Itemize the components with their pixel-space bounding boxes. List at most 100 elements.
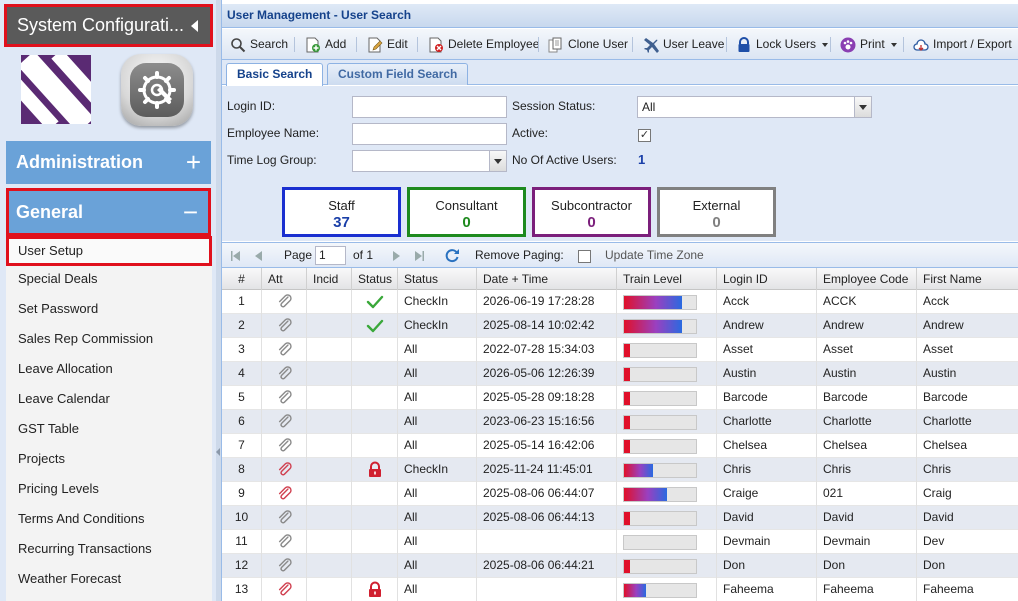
settings-gear-icon[interactable]: [121, 54, 193, 126]
column-header[interactable]: Status: [398, 268, 477, 290]
table-row[interactable]: 9 All 2025-08-06 06:44:07 Craige 021 Craig: [222, 482, 1018, 506]
menu-item-pricing-levels[interactable]: Pricing Levels: [6, 474, 212, 504]
employee-name-input[interactable]: [352, 123, 507, 145]
add-button[interactable]: Add: [305, 29, 346, 59]
table-row[interactable]: 11 All Devmain Devmain Dev: [222, 530, 1018, 554]
attachment-clip-icon[interactable]: [277, 438, 293, 454]
menu-item-sales-rep-commission[interactable]: Sales Rep Commission: [6, 324, 212, 354]
column-header[interactable]: #: [222, 268, 262, 290]
expand-plus-icon[interactable]: +: [186, 141, 201, 184]
collapse-minus-icon[interactable]: −: [183, 191, 198, 233]
attachment-clip-icon[interactable]: [277, 486, 293, 502]
category-external-button[interactable]: External 0: [657, 187, 776, 237]
attachment-clip-icon[interactable]: [277, 462, 293, 478]
update-time-zone-button[interactable]: Update Time Zone: [605, 243, 704, 268]
splitter-arrow-icon[interactable]: [216, 448, 220, 456]
checkmark-icon: [366, 295, 384, 309]
category-consultant-button[interactable]: Consultant 0: [407, 187, 526, 237]
table-row[interactable]: 13 All Faheema Faheema Faheema: [222, 578, 1018, 601]
menu-item-set-password[interactable]: Set Password: [6, 294, 212, 324]
lock-users-button[interactable]: Lock Users: [736, 29, 829, 59]
administration-panel-header[interactable]: Administration +: [6, 141, 211, 184]
menu-item-special-deals[interactable]: Special Deals: [6, 264, 212, 294]
table-row[interactable]: 4 All 2026-05-06 12:26:39 Austin Austin Austi…: [222, 362, 1018, 386]
attachment-clip-icon[interactable]: [277, 582, 293, 598]
table-row[interactable]: 7 All 2025-05-14 16:42:06 Chelsea Chelsea Che…: [222, 434, 1018, 458]
first-name-cell: Austin: [917, 362, 1018, 386]
print-button[interactable]: Print: [840, 29, 897, 59]
table-row[interactable]: 6 All 2023-06-23 15:16:56 Charlotte Charlott…: [222, 410, 1018, 434]
column-header[interactable]: Att: [262, 268, 307, 290]
menu-item-gst-table[interactable]: GST Table: [6, 414, 212, 444]
chevron-down-icon[interactable]: [890, 42, 897, 47]
menu-item-terms-and-conditions[interactable]: Terms And Conditions: [6, 504, 212, 534]
attachment-clip-icon[interactable]: [277, 414, 293, 430]
general-panel-header[interactable]: General −: [6, 188, 211, 236]
attachment-clip-icon[interactable]: [277, 390, 293, 406]
menu-item-projects[interactable]: Projects: [6, 444, 212, 474]
category-staff-button[interactable]: Staff 37: [282, 187, 401, 237]
remove-paging-label: Remove Paging:: [475, 248, 564, 262]
column-header[interactable]: Login ID: [717, 268, 817, 290]
menu-item-leave-calendar[interactable]: Leave Calendar: [6, 384, 212, 414]
attachment-clip-icon[interactable]: [277, 534, 293, 550]
tab-custom-field-search[interactable]: Custom Field Search: [327, 63, 469, 85]
last-page-icon[interactable]: [415, 251, 424, 261]
status-cell: All: [398, 578, 477, 601]
import-export-button[interactable]: Import / Export: [913, 29, 1018, 59]
first-page-icon[interactable]: [231, 251, 240, 261]
collapse-arrow-icon[interactable]: [191, 20, 198, 32]
attachment-clip-icon[interactable]: [277, 318, 293, 334]
next-page-icon[interactable]: [392, 251, 401, 261]
column-header[interactable]: Employee Code: [817, 268, 917, 290]
menu-item-weather-forecast[interactable]: Weather Forecast: [6, 564, 212, 594]
chevron-down-icon[interactable]: [854, 97, 871, 117]
login-id-input[interactable]: [352, 96, 507, 118]
delete-employee-button[interactable]: Delete Employee: [428, 29, 539, 59]
edit-document-icon: [368, 37, 383, 53]
menu-item-recurring-transactions[interactable]: Recurring Transactions: [6, 534, 212, 564]
search-button[interactable]: Search: [230, 29, 288, 59]
edit-button[interactable]: Edit: [367, 29, 408, 59]
refresh-icon[interactable]: [444, 247, 460, 263]
column-header[interactable]: First Name: [917, 268, 1018, 290]
attachment-clip-icon[interactable]: [277, 342, 293, 358]
page-number-input[interactable]: 1: [315, 246, 346, 265]
attachment-clip-icon[interactable]: [277, 294, 293, 310]
clone-user-button[interactable]: Clone User: [548, 29, 628, 59]
login-id-cell: Andrew: [717, 314, 817, 338]
menu-item-leave-allocation[interactable]: Leave Allocation: [6, 354, 212, 384]
table-row[interactable]: 1 CheckIn 2026-06-19 17:28:28 Acck ACCK Acck: [222, 290, 1018, 314]
column-header[interactable]: Status: [352, 268, 398, 290]
active-checkbox[interactable]: ✓: [638, 129, 651, 142]
table-row[interactable]: 8 CheckIn 2025-11-24 11:45:01 Chris Chris Chr…: [222, 458, 1018, 482]
user-leave-button[interactable]: User Leave: [643, 29, 724, 59]
users-grid: # Att Incid Status Status Date + Time Train Le…: [222, 268, 1018, 601]
previous-page-icon[interactable]: [254, 251, 263, 261]
add-document-icon: [306, 37, 320, 53]
menu-item-user-setup[interactable]: User Setup: [6, 236, 212, 266]
table-row[interactable]: 3 All 2022-07-28 15:34:03 Asset Asset Asset: [222, 338, 1018, 362]
attachment-clip-icon[interactable]: [277, 558, 293, 574]
panel-title: User Management - User Search: [222, 4, 1018, 28]
attachment-clip-icon[interactable]: [277, 366, 293, 382]
column-header[interactable]: Date + Time: [477, 268, 617, 290]
table-row[interactable]: 12 All 2025-08-06 06:44:21 Don Don Don: [222, 554, 1018, 578]
tab-basic-search[interactable]: Basic Search: [226, 63, 324, 86]
attachment-clip-icon[interactable]: [277, 510, 293, 526]
chevron-down-icon[interactable]: [822, 42, 829, 47]
chevron-down-icon[interactable]: [489, 151, 506, 171]
table-row[interactable]: 2 CheckIn 2025-08-14 10:02:42 Andrew Andrew A…: [222, 314, 1018, 338]
category-subcontractor-button[interactable]: Subcontractor 0: [532, 187, 651, 237]
session-status-select[interactable]: All: [637, 96, 872, 118]
status-cell: CheckIn: [398, 458, 477, 482]
row-number-cell: 5: [222, 386, 262, 410]
system-configuration-header[interactable]: System Configurati...: [4, 4, 213, 47]
time-log-group-select[interactable]: [352, 150, 507, 172]
remove-paging-checkbox[interactable]: [578, 250, 591, 263]
table-row[interactable]: 10 All 2025-08-06 06:44:13 David David David: [222, 506, 1018, 530]
column-header[interactable]: Train Level: [617, 268, 717, 290]
table-row[interactable]: 5 All 2025-05-28 09:18:28 Barcode Barcode Bar…: [222, 386, 1018, 410]
airplane-icon: [644, 37, 659, 53]
column-header[interactable]: Incid: [307, 268, 352, 290]
